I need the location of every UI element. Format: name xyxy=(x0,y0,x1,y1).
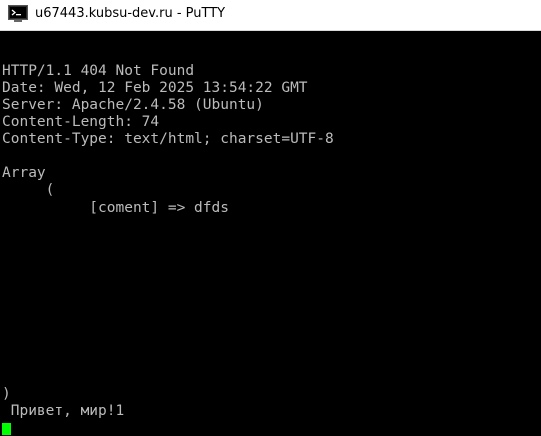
terminal-line-status: HTTP/1.1 404 Not Found xyxy=(2,63,195,79)
terminal-line-close-paren: ) xyxy=(2,386,11,402)
terminal-line-server: Server: Apache/2.4.58 (Ubuntu) xyxy=(2,97,264,113)
terminal-line-array: Array xyxy=(2,165,46,181)
window-title: u67443.kubsu-dev.ru - PuTTY xyxy=(35,6,226,21)
putty-terminal-icon xyxy=(8,5,28,22)
terminal-line-content-length: Content-Length: 74 xyxy=(2,114,160,130)
terminal-line-content-type: Content-Type: text/html; charset=UTF-8 xyxy=(2,131,334,147)
putty-window: u67443.kubsu-dev.ru - PuTTY HTTP/1.1 404… xyxy=(0,0,541,436)
terminal-area[interactable]: HTTP/1.1 404 Not Found Date: Wed, 12 Feb… xyxy=(0,31,541,436)
terminal-line-date: Date: Wed, 12 Feb 2025 13:54:22 GMT xyxy=(2,80,308,96)
terminal-line-open-paren: ( xyxy=(2,182,55,198)
terminal-line-array-entry: [coment] => dfds xyxy=(2,200,229,216)
terminal-line-greeting: Привет, мир!1 xyxy=(2,403,125,419)
terminal-cursor xyxy=(2,423,11,435)
title-bar[interactable]: u67443.kubsu-dev.ru - PuTTY xyxy=(0,0,541,31)
